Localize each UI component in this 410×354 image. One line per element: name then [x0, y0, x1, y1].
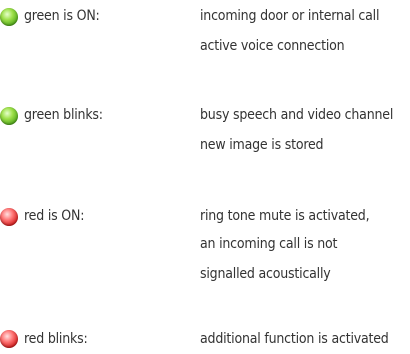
legend-label: green blinks: [24, 107, 103, 123]
legend-label: red is ON: [24, 208, 85, 224]
legend-description-line: new image is stored [200, 137, 324, 153]
legend-description-line: ring tone mute is activated, [200, 208, 370, 224]
legend-description-line: busy speech and video channel [200, 107, 394, 123]
green-led-icon [0, 8, 18, 26]
legend-label: green is ON: [24, 8, 100, 24]
legend-description-line: incoming door or internal call [200, 8, 380, 24]
legend-description-line: signalled acoustically [200, 266, 331, 282]
legend-description-line: active voice connection [200, 38, 345, 54]
legend-description-line: an incoming call is not [200, 236, 338, 252]
green-led-icon [0, 107, 18, 125]
legend-description-line: additional function is activated [200, 331, 389, 347]
red-led-icon [0, 208, 18, 226]
red-led-icon [0, 330, 18, 348]
legend-label: red blinks: [24, 331, 88, 347]
